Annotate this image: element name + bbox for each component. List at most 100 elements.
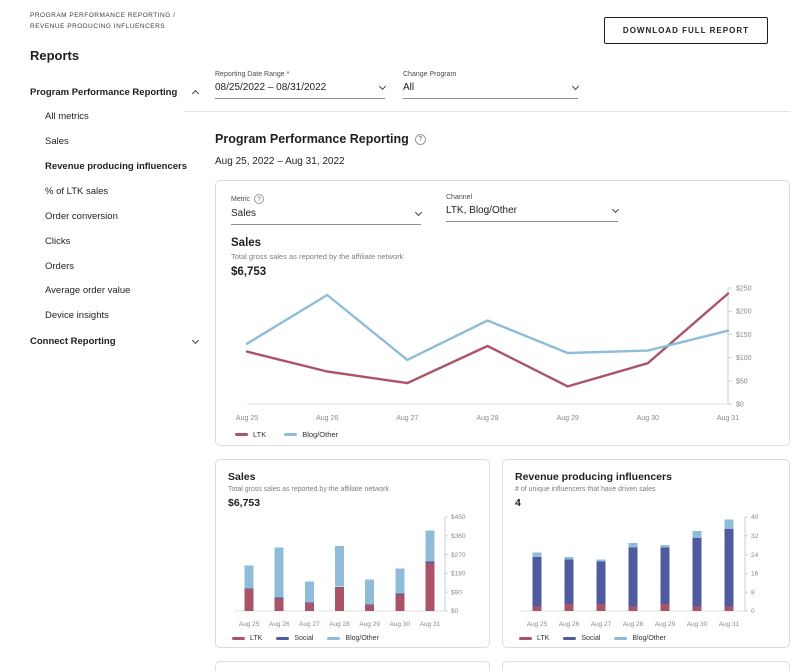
legend-item-ltk: LTK [235, 430, 266, 439]
x-tick-label: Aug 28 [329, 621, 350, 628]
channel-select[interactable]: Channel LTK, Blog/Other [446, 194, 618, 225]
legend-label: Blog/Other [302, 430, 338, 439]
date-range-label: Reporting Date Range * [215, 71, 385, 78]
cards-row: Sales Total gross sales as reported by t… [215, 459, 790, 648]
legend-item-ltk: LTK [232, 635, 262, 642]
change-program-select-value[interactable]: All [403, 82, 578, 99]
sidebar-item-sales[interactable]: Sales [30, 137, 200, 148]
bar-segment-social [693, 538, 702, 606]
bar-segment-social [275, 598, 284, 599]
y-tick-label: 24 [751, 552, 759, 559]
sidebar-item-average-order-value[interactable]: Average order value [30, 286, 200, 297]
x-tick-label: Aug 29 [655, 621, 676, 628]
metric-select-value[interactable]: Sales [231, 208, 421, 225]
bar-segment-social [565, 559, 574, 604]
legend-label: LTK [250, 635, 262, 642]
y-tick-label: $360 [451, 533, 466, 540]
bar-segment-social [629, 548, 638, 607]
sidebar-item-order-conversion[interactable]: Order conversion [30, 212, 200, 223]
sales-bar-card: Sales Total gross sales as reported by t… [215, 459, 490, 648]
chart-title: Sales [231, 237, 774, 249]
x-tick-label: Aug 31 [420, 621, 441, 628]
date-range-select[interactable]: Reporting Date Range * 08/25/2022 – 08/3… [215, 71, 385, 99]
bar-segment-blog-other [693, 531, 702, 538]
legend-label: Social [294, 635, 313, 642]
main-content: Reporting Date Range * 08/25/2022 – 08/3… [215, 71, 790, 671]
bar-segment-blog-other [597, 559, 606, 561]
channel-select-value[interactable]: LTK, Blog/Other [446, 205, 618, 222]
card-stub [215, 661, 490, 671]
bar-segment-blog-other [335, 546, 344, 587]
channel-value: LTK, Blog/Other [446, 205, 517, 216]
chart-legend: LTK Social Blog/Other [515, 635, 777, 642]
bar-segment-ltk [395, 594, 404, 611]
chevron-down-icon [612, 206, 619, 213]
influencers-bar-chart: 0816243240Aug 25Aug 26Aug 27Aug 28Aug 29… [515, 509, 777, 633]
y-tick-label: $250 [736, 286, 752, 293]
date-range-select-value[interactable]: 08/25/2022 – 08/31/2022 [215, 82, 385, 99]
line-series-blog-other [247, 295, 728, 360]
legend-item-blog-other: Blog/Other [614, 635, 665, 642]
y-tick-label: $200 [736, 309, 752, 316]
sidebar-section-label: Program Performance Reporting [30, 87, 177, 98]
download-full-report-button[interactable]: DOWNLOAD FULL REPORT [604, 17, 768, 44]
change-program-label: Change Program [403, 71, 578, 78]
sidebar-section-program-performance-reporting[interactable]: Program Performance Reporting [30, 87, 198, 98]
metric-select[interactable]: Metric ? Sales [231, 194, 421, 225]
chevron-down-icon [572, 83, 579, 90]
bar-segment-ltk [533, 606, 542, 611]
metric-label: Metric [231, 196, 250, 203]
sidebar-item-orders[interactable]: Orders [30, 262, 200, 273]
bar-segment-blog-other [533, 552, 542, 557]
sales-line-chart: $0$50$100$150$200$250Aug 25Aug 26Aug 27A… [231, 278, 774, 428]
y-tick-label: 8 [751, 589, 755, 596]
chevron-down-icon [379, 83, 386, 90]
legend-item-social: Social [276, 635, 313, 642]
change-program-select[interactable]: Change Program All [403, 71, 578, 99]
sidebar-item-of-ltk-sales[interactable]: % of LTK sales [30, 187, 200, 198]
breadcrumb: PROGRAM PERFORMANCE REPORTING / REVENUE … [30, 10, 210, 32]
x-tick-label: Aug 29 [359, 621, 380, 628]
sidebar: Program Performance Reporting All metrics… [30, 71, 200, 671]
help-icon[interactable]: ? [415, 134, 426, 145]
chart-legend: LTKSocialBlog/Other [228, 635, 477, 642]
legend-swatch [563, 637, 576, 640]
bar-segment-blog-other [365, 580, 374, 605]
chart-subtitle: Total gross sales as reported by the aff… [228, 486, 477, 493]
legend-item-social: Social [563, 635, 600, 642]
x-tick-label: Aug 31 [717, 415, 739, 422]
x-tick-label: Aug 25 [527, 621, 548, 628]
bar-segment-social [395, 594, 404, 595]
sidebar-item-device-insights[interactable]: Device insights [30, 311, 200, 322]
report-date-range: Aug 25, 2022 – Aug 31, 2022 [215, 156, 790, 167]
y-tick-label: $270 [451, 552, 466, 559]
legend-label: LTK [537, 635, 549, 642]
x-tick-label: Aug 27 [299, 621, 320, 628]
bar-segment-ltk [335, 588, 344, 611]
date-range-value: 08/25/2022 – 08/31/2022 [215, 82, 326, 93]
chart-head: Sales Total gross sales as reported by t… [231, 237, 774, 278]
bar-segment-blog-other [629, 543, 638, 548]
sidebar-item-clicks[interactable]: Clicks [30, 237, 200, 248]
x-tick-label: Aug 30 [637, 415, 659, 422]
legend-swatch [284, 433, 297, 436]
legend-swatch [614, 637, 627, 640]
bar-segment-social [725, 529, 734, 607]
chevron-up-icon [192, 90, 199, 97]
legend-item-blog-other: Blog/Other [284, 430, 338, 439]
sidebar-section-connect-reporting[interactable]: Connect Reporting [30, 336, 198, 347]
chart-title: Sales [228, 471, 477, 483]
chevron-down-icon [415, 209, 422, 216]
x-tick-label: Aug 28 [476, 415, 498, 422]
bar-segment-ltk [305, 603, 314, 611]
chart-total-value: $6,753 [228, 497, 477, 509]
bar-segment-ltk [245, 589, 254, 611]
y-tick-label: $450 [451, 514, 466, 521]
bar-segment-ltk [425, 563, 434, 611]
sidebar-item-revenue-producing-influencers[interactable]: Revenue producing influencers [30, 162, 200, 173]
bar-segment-social [597, 562, 606, 604]
help-icon[interactable]: ? [254, 194, 264, 204]
page: PROGRAM PERFORMANCE REPORTING / REVENUE … [0, 0, 810, 671]
y-tick-label: $100 [736, 355, 752, 362]
sidebar-item-all-metrics[interactable]: All metrics [30, 112, 200, 123]
